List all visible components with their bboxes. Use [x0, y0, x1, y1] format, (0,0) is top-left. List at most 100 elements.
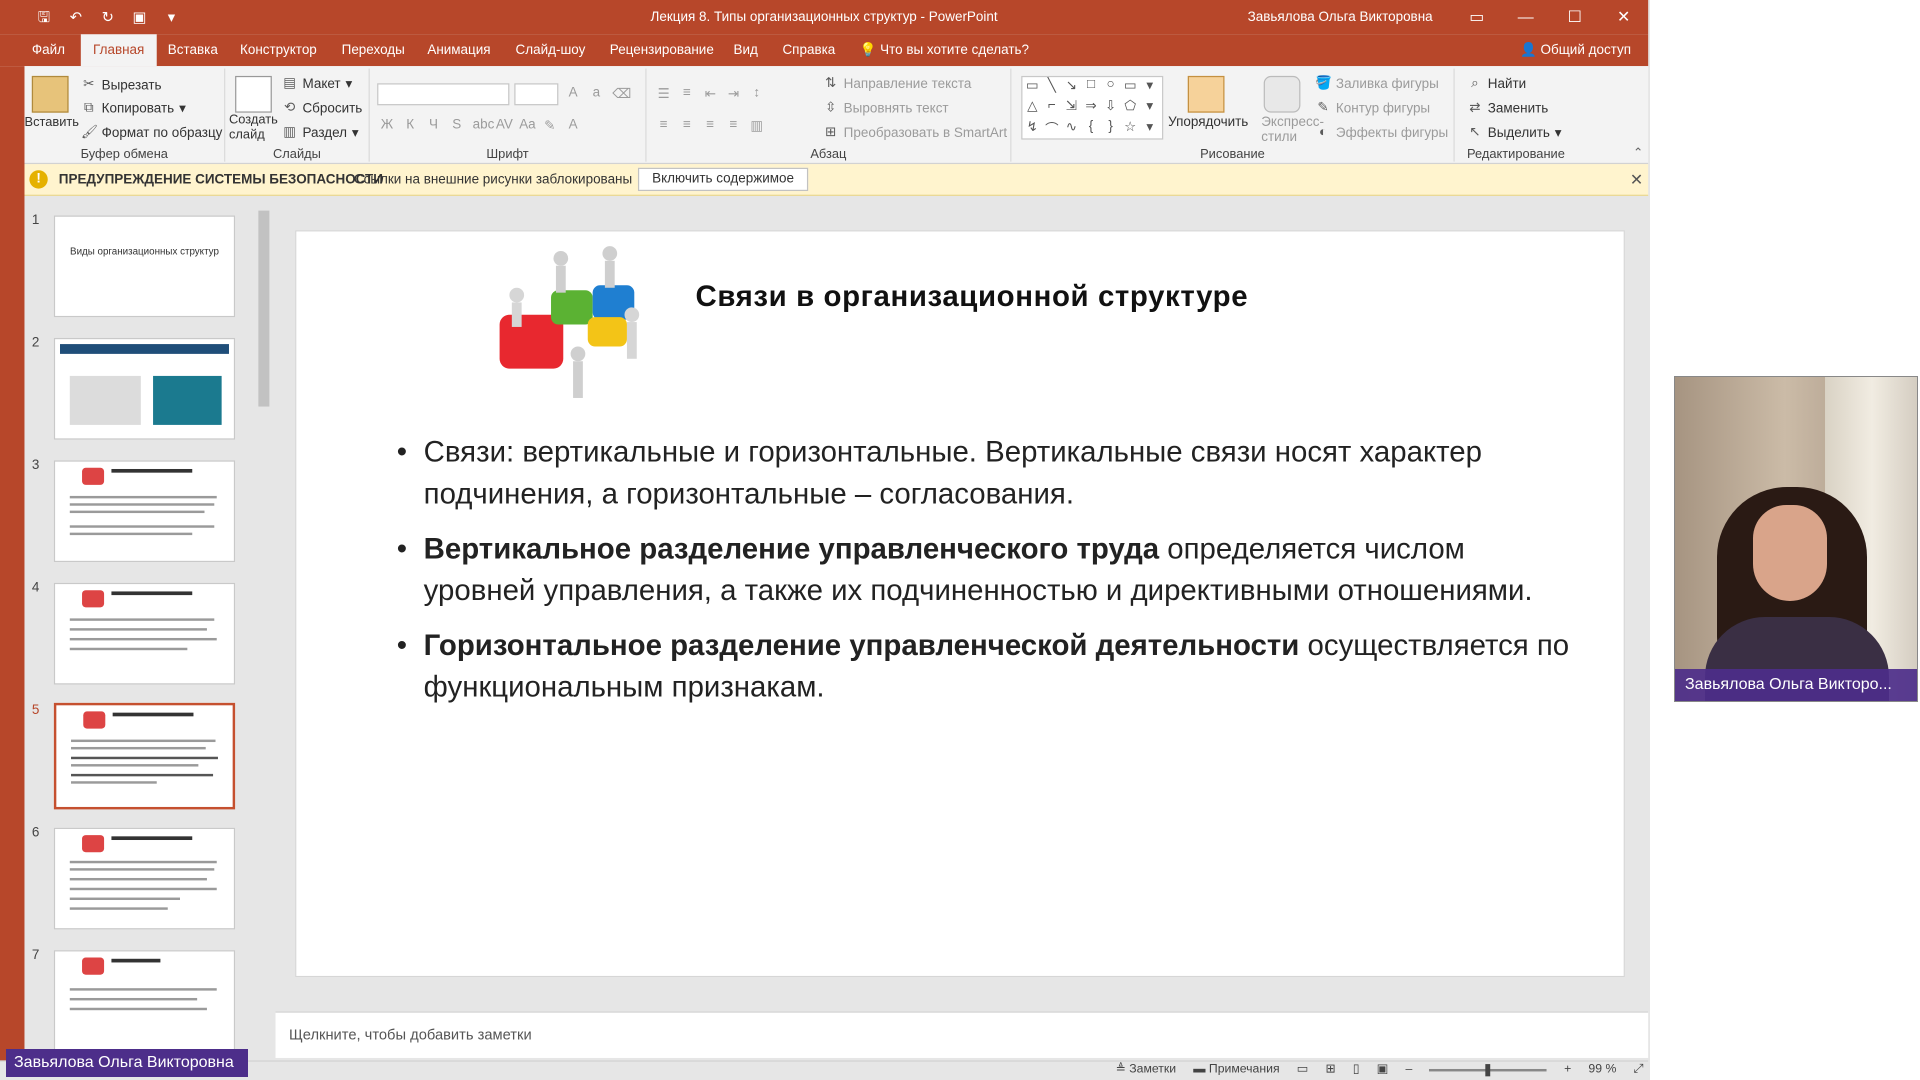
tab-slideshow[interactable]: Слайд-шоу: [503, 34, 597, 66]
thumbnail-scrollbar[interactable]: [257, 201, 270, 1058]
maximize-icon[interactable]: ☐: [1550, 0, 1599, 34]
zoom-out-icon[interactable]: –: [1405, 1063, 1412, 1076]
underline-icon[interactable]: Ч: [426, 118, 441, 134]
tab-help[interactable]: Справка: [770, 34, 847, 66]
bold-icon[interactable]: Ж: [380, 118, 395, 134]
justify-icon[interactable]: ≡: [726, 118, 741, 134]
slide-sorter-icon[interactable]: ⊞: [1325, 1063, 1335, 1076]
increase-indent-icon[interactable]: ⇥: [726, 86, 741, 102]
tell-me-search[interactable]: 💡 Что вы хотите сделать?: [860, 34, 1029, 66]
shapes-gallery[interactable]: ▭ ╲ ↘ □ ○ ▭ ▾ △ ⌐ ⇲ ⇒ ⇩ ⬠ ▾ ↯ ⌒ ∿{} ☆ ▾: [1021, 75, 1164, 140]
close-icon[interactable]: ✕: [1599, 0, 1648, 34]
shape-fill-button[interactable]: 🪣 Заливка фигуры: [1315, 76, 1439, 92]
tab-animations[interactable]: Анимация: [415, 34, 503, 66]
align-right-icon[interactable]: ≡: [703, 118, 718, 134]
slide-thumbnail-7[interactable]: [53, 950, 236, 1052]
slide-canvas[interactable]: Связи в организационной структуре Связи:…: [295, 230, 1625, 978]
tab-design[interactable]: Конструктор: [228, 34, 329, 66]
copy-button[interactable]: ⧉ Копировать ▾: [81, 100, 186, 116]
find-button[interactable]: ⌕ Найти: [1467, 76, 1526, 92]
align-center-icon[interactable]: ≡: [680, 118, 695, 134]
select-button[interactable]: ↖ Выделить ▾: [1467, 125, 1561, 141]
account-name[interactable]: Завьялова Ольга Викторовна: [1248, 10, 1433, 25]
tab-home[interactable]: Главная: [80, 34, 157, 67]
shrink-font-icon[interactable]: a: [589, 86, 604, 102]
comments-toggle[interactable]: ▬ Примечания: [1193, 1063, 1279, 1076]
zoom-in-icon[interactable]: +: [1564, 1063, 1571, 1076]
collapse-ribbon-icon[interactable]: ⌃: [1633, 147, 1643, 160]
font-size-input[interactable]: [514, 83, 559, 106]
zoom-slider[interactable]: [1429, 1063, 1547, 1076]
italic-icon[interactable]: К: [403, 118, 418, 134]
share-button[interactable]: 👤 Общий доступ: [1520, 34, 1631, 66]
font-format-controls: Ж К Ч Sabc AV Aa ✎ A: [380, 118, 581, 134]
notes-pane[interactable]: Щелкните, чтобы добавить заметки: [275, 1011, 1649, 1058]
slide-thumbnail-3[interactable]: [53, 460, 236, 563]
decrease-indent-icon[interactable]: ⇤: [703, 86, 718, 102]
quick-styles-button[interactable]: Экспресс-стили: [1261, 115, 1324, 144]
shadow-icon[interactable]: S: [449, 118, 464, 134]
slide-thumbnail-6[interactable]: [53, 827, 236, 930]
align-text-button[interactable]: ⇳ Выровнять текст: [823, 100, 948, 116]
ribbon-display-options-icon[interactable]: ▭: [1452, 0, 1501, 34]
new-slide-button[interactable]: Создать слайд: [229, 113, 278, 142]
paste-button[interactable]: Вставить: [24, 115, 79, 130]
char-spacing-icon[interactable]: AV: [496, 118, 513, 134]
fit-to-window-icon[interactable]: ⤢: [1633, 1063, 1643, 1076]
puzzle-people-image[interactable]: [487, 241, 658, 405]
normal-view-icon[interactable]: ▭: [1297, 1063, 1309, 1076]
minimize-icon[interactable]: —: [1501, 0, 1550, 34]
text-direction-button[interactable]: ⇅ Направление текста: [823, 76, 972, 92]
columns-icon[interactable]: ▥: [749, 118, 764, 134]
change-case-icon[interactable]: Aa: [519, 118, 535, 134]
line-spacing-icon[interactable]: ↕: [749, 86, 764, 102]
new-slide-icon[interactable]: [235, 75, 272, 113]
scrollbar-thumb[interactable]: [258, 210, 270, 407]
slideshow-view-icon[interactable]: ▣: [1377, 1063, 1389, 1076]
shape-outline-button[interactable]: ✎ Контур фигуры: [1315, 100, 1430, 116]
layout-button[interactable]: ▤ Макет ▾: [282, 76, 352, 92]
zoom-slider-knob[interactable]: [1485, 1063, 1491, 1076]
tab-transitions[interactable]: Переходы: [329, 34, 417, 66]
reset-label: Сбросить: [302, 101, 363, 116]
slide-thumbnail-2[interactable]: [53, 337, 236, 440]
strikethrough-icon[interactable]: abc: [473, 118, 495, 134]
format-painter-button[interactable]: 🖌 Формат по образцу: [81, 125, 223, 141]
slide-thumbnail-5[interactable]: [53, 702, 236, 810]
grow-font-icon[interactable]: A: [566, 86, 581, 102]
slide-thumbnail-1[interactable]: Виды организационных структур: [53, 215, 236, 318]
presenter-webcam[interactable]: Завьялова Ольга Викторо...: [1674, 376, 1918, 702]
slide-thumbnail-4[interactable]: [53, 582, 236, 685]
tab-review[interactable]: Рецензирование: [598, 34, 727, 66]
tab-view[interactable]: Вид: [721, 34, 770, 66]
notes-toggle[interactable]: ≜ Заметки: [1116, 1063, 1177, 1076]
slide-title[interactable]: Связи в организационной структуре: [696, 280, 1249, 314]
shape-effects-button[interactable]: ◐ Эффекты фигуры: [1315, 125, 1448, 141]
text-direction-label: Направление текста: [843, 76, 972, 92]
reset-button[interactable]: ⟲ Сбросить: [282, 100, 363, 116]
cut-button[interactable]: ✂ Вырезать: [81, 77, 161, 93]
arrange-button[interactable]: Упорядочить: [1168, 115, 1248, 130]
bullet-bold-text: Вертикальное разделение управленческого …: [423, 532, 1160, 566]
tab-file[interactable]: Файл: [20, 34, 78, 66]
quick-styles-icon[interactable]: [1263, 75, 1301, 113]
smartart-button[interactable]: ⊞ Преобразовать в SmartArt: [823, 125, 1007, 141]
section-button[interactable]: ▥ Раздел ▾: [282, 125, 358, 141]
numbering-icon[interactable]: ≡: [680, 86, 695, 102]
thumbnail-title-line: [111, 468, 193, 473]
bullets-icon[interactable]: ☰: [656, 86, 671, 102]
enable-content-button[interactable]: Включить содержимое: [637, 167, 809, 192]
replace-button[interactable]: ⇄ Заменить: [1467, 100, 1548, 116]
reading-view-icon[interactable]: ▯: [1353, 1063, 1360, 1076]
font-color-icon[interactable]: A: [566, 118, 581, 134]
clear-format-icon[interactable]: ⌫: [612, 86, 631, 102]
close-icon[interactable]: ✕: [1630, 170, 1643, 190]
highlight-icon[interactable]: ✎: [542, 118, 557, 134]
slide-bullet-list[interactable]: Связи: вертикальные и горизонтальные. Ве…: [397, 432, 1573, 722]
paste-icon[interactable]: [31, 75, 69, 113]
zoom-level[interactable]: 99 %: [1588, 1063, 1616, 1076]
arrange-icon[interactable]: [1187, 75, 1225, 113]
font-family-input[interactable]: [377, 83, 510, 106]
align-left-icon[interactable]: ≡: [656, 118, 671, 134]
tab-insert[interactable]: Вставка: [156, 34, 231, 66]
